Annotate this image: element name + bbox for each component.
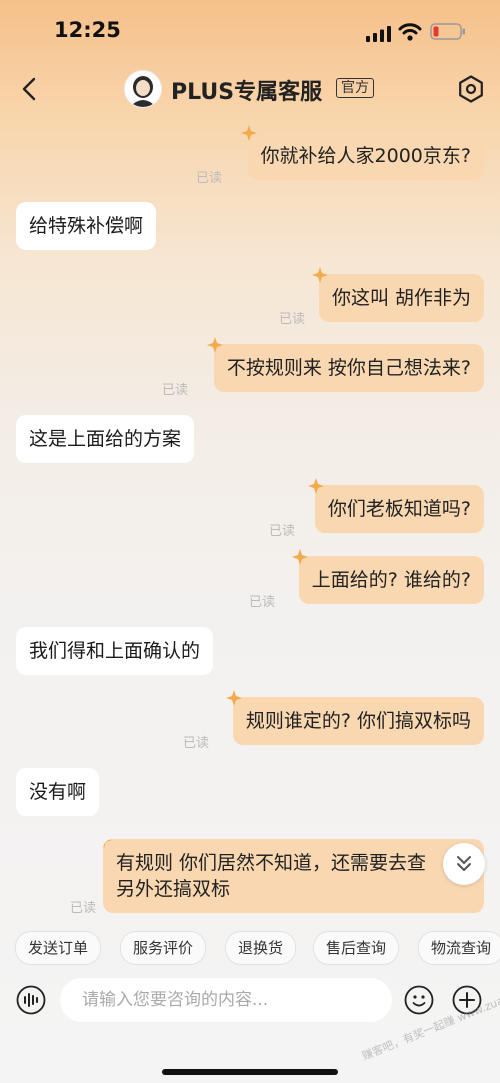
star-icon <box>307 478 324 494</box>
read-receipt: 已读 <box>269 524 296 539</box>
back-arrow-icon[interactable] <box>16 74 44 104</box>
message-text: 上面给的? 谁给的? <box>311 569 471 591</box>
battery-icon <box>430 23 465 40</box>
quick-action-aftersales-query[interactable]: 售后查询 <box>313 931 400 965</box>
message-text: 我们得和上面确认的 <box>29 640 201 662</box>
read-receipt: 已读 <box>70 901 97 916</box>
chevron-double-down-icon <box>457 856 471 871</box>
read-receipt: 已读 <box>183 736 210 751</box>
incoming-message[interactable]: 这是上面给的方案 <box>16 415 195 463</box>
message-text: 没有啊 <box>29 781 87 803</box>
outgoing-message[interactable]: 你们老板知道吗? <box>307 478 484 533</box>
message-text: 规则谁定的? 你们搞双标吗 <box>245 710 471 732</box>
star-icon <box>311 267 328 283</box>
agent-avatar[interactable] <box>124 70 162 108</box>
incoming-message[interactable]: 给特殊补偿啊 <box>16 202 157 250</box>
chat-title: PLUS专属客服 <box>171 80 323 105</box>
outgoing-message[interactable]: 你就补给人家2000京东? <box>240 125 484 180</box>
message-input[interactable]: 请输入您要咨询的内容... <box>60 978 392 1022</box>
voice-icon[interactable] <box>16 985 46 1015</box>
scroll-to-bottom-button[interactable] <box>443 843 485 885</box>
star-icon <box>240 125 257 141</box>
quick-action-return-exchange[interactable]: 退换货 <box>225 931 297 965</box>
star-icon <box>103 839 112 848</box>
incoming-message[interactable]: 没有啊 <box>16 768 100 816</box>
settings-icon[interactable] <box>456 74 486 104</box>
read-receipt: 已读 <box>162 383 189 398</box>
chat-header: PLUS专属客服 官方 <box>0 62 500 116</box>
message-text: 你们老板知道吗? <box>327 498 471 520</box>
message-text: 你就补给人家2000京东? <box>260 145 471 167</box>
official-badge: 官方 <box>336 78 374 98</box>
read-receipt: 已读 <box>279 312 306 327</box>
star-icon <box>206 337 223 353</box>
status-time: 12:25 <box>54 18 121 42</box>
message-text-line: 有规则 你们居然不知道，还需要去查 <box>116 852 427 874</box>
signal-icon <box>366 26 391 42</box>
quick-action-logistics-query[interactable]: 物流查询 <box>418 931 500 965</box>
message-text: 给特殊补偿啊 <box>29 215 144 237</box>
message-text-line: 另外还搞双标 <box>116 878 231 900</box>
quick-action-send-order[interactable]: 发送订单 <box>15 931 102 965</box>
incoming-message[interactable]: 我们得和上面确认的 <box>16 627 214 675</box>
star-icon <box>225 690 242 706</box>
message-text: 这是上面给的方案 <box>29 428 182 450</box>
home-indicator <box>162 1069 338 1075</box>
read-receipt: 已读 <box>249 595 276 610</box>
star-icon <box>291 549 308 565</box>
outgoing-message[interactable]: 有规则 你们居然不知道，还需要去查 另外还搞双标 <box>103 839 484 913</box>
outgoing-message[interactable]: 上面给的? 谁给的? <box>291 549 484 604</box>
quick-action-rate-service[interactable]: 服务评价 <box>120 931 207 965</box>
status-bar: 12:25 <box>0 0 500 60</box>
outgoing-message[interactable]: 不按规则来 按你自己想法来? <box>206 337 484 392</box>
read-receipt: 已读 <box>196 171 223 186</box>
message-text: 你这叫 胡作非为 <box>331 287 471 309</box>
emoji-icon[interactable] <box>404 985 434 1015</box>
outgoing-message[interactable]: 规则谁定的? 你们搞双标吗 <box>225 690 484 745</box>
wifi-icon <box>398 23 422 41</box>
outgoing-message[interactable]: 你这叫 胡作非为 <box>311 267 484 322</box>
message-text: 不按规则来 按你自己想法来? <box>226 357 471 379</box>
